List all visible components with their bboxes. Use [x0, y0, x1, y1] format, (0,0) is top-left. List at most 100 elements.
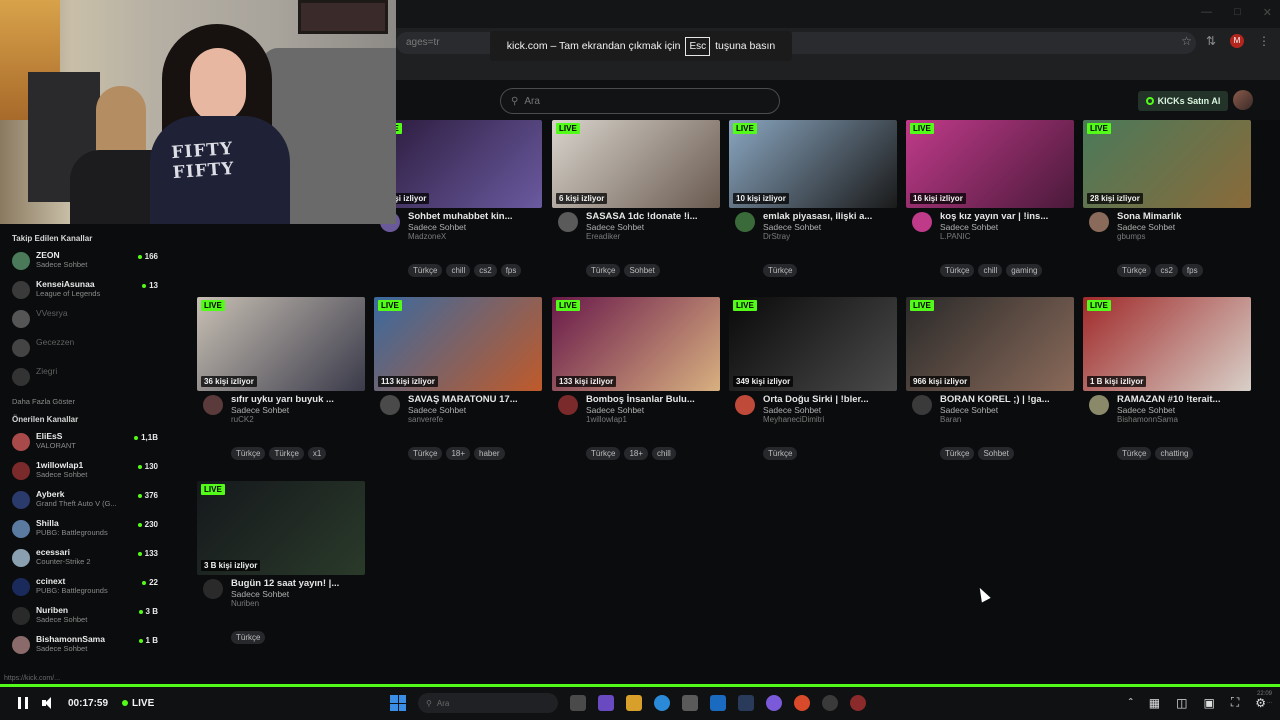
- stream-tag[interactable]: chatting: [1155, 447, 1194, 460]
- close-icon[interactable]: ✕: [1263, 6, 1272, 19]
- stream-tag[interactable]: Türkçe: [408, 447, 443, 460]
- edge-icon[interactable]: [654, 695, 670, 711]
- stream-tag[interactable]: Sohbet: [978, 447, 1014, 460]
- channel-avatar[interactable]: [558, 212, 578, 232]
- extensions-icon[interactable]: ⇅: [1206, 34, 1216, 48]
- recommended-channel-7[interactable]: BishamonnSama Sadece Sohbet 1 B: [0, 630, 170, 659]
- user-avatar[interactable]: [1233, 90, 1253, 110]
- stream-thumbnail[interactable]: LIVE 113 kişi izliyor: [374, 297, 542, 391]
- channel-name[interactable]: Baran: [940, 415, 1074, 424]
- stream-title[interactable]: SAVAŞ MARATONU 17...: [408, 391, 542, 405]
- stream-tag[interactable]: cs2: [474, 264, 497, 277]
- channel-avatar[interactable]: [735, 395, 755, 415]
- buy-kicks-button[interactable]: KICKs Satın Al: [1138, 91, 1228, 111]
- recommended-channel-3[interactable]: Shilla PUBG: Battlegrounds 230: [0, 514, 170, 543]
- profile-avatar[interactable]: M: [1230, 34, 1244, 48]
- stream-tag[interactable]: Türkçe: [269, 447, 304, 460]
- stream-title[interactable]: koş kız yayın var | !ins...: [940, 208, 1074, 222]
- channel-avatar[interactable]: [1089, 212, 1109, 232]
- mail-icon[interactable]: [710, 695, 726, 711]
- stream-tag[interactable]: Türkçe: [940, 264, 975, 277]
- stream-title[interactable]: SASASA 1dc !donate !i...: [586, 208, 720, 222]
- steam-icon[interactable]: [738, 695, 754, 711]
- channel-name[interactable]: DrStray: [763, 232, 897, 241]
- copilot-icon[interactable]: [598, 695, 614, 711]
- stream-tag[interactable]: Türkçe: [586, 447, 621, 460]
- store-icon[interactable]: [682, 695, 698, 711]
- stream-tag[interactable]: fps: [1181, 264, 1203, 277]
- channel-name[interactable]: Nuriben: [231, 599, 365, 608]
- channel-name[interactable]: sanverefe: [408, 415, 542, 424]
- task-view-icon[interactable]: [570, 695, 586, 711]
- stream-tag[interactable]: gaming: [1006, 264, 1043, 277]
- recommended-channel-4[interactable]: ecessari Counter-Strike 2 133: [0, 543, 170, 572]
- stream-category[interactable]: Sadece Sohbet: [1117, 405, 1251, 415]
- channel-avatar[interactable]: [203, 395, 223, 415]
- stream-title[interactable]: Sohbet muhabbet kin...: [408, 208, 542, 222]
- channel-name[interactable]: L.PANIC: [940, 232, 1074, 241]
- stream-tag[interactable]: Türkçe: [231, 447, 266, 460]
- stream-category[interactable]: Sadece Sohbet: [231, 405, 365, 415]
- windows-start-icon[interactable]: [390, 695, 406, 711]
- stream-tag[interactable]: Türkçe: [763, 264, 798, 277]
- followed-channel-3[interactable]: Gecezzen: [0, 333, 170, 362]
- channel-name[interactable]: MeyhaneciDimitri: [763, 415, 897, 424]
- followed-channel-4[interactable]: Ziegri: [0, 362, 170, 391]
- taskbar-search[interactable]: ⚲ Ara: [418, 693, 558, 713]
- stream-category[interactable]: Sadece Sohbet: [586, 222, 720, 232]
- channel-name[interactable]: 1willowlap1: [586, 415, 720, 424]
- stream-category[interactable]: Sadece Sohbet: [1117, 222, 1251, 232]
- channel-avatar[interactable]: [912, 395, 932, 415]
- recommended-channel-1[interactable]: 1willowlap1 Sadece Sohbet 130: [0, 456, 170, 485]
- stream-card[interactable]: LIVE 349 kişi izliyor Orta Doğu Sirki | !b…: [729, 297, 897, 460]
- stream-tag[interactable]: Türkçe: [231, 631, 266, 644]
- theater-mode-icon[interactable]: ▦: [1149, 696, 1160, 710]
- stream-card[interactable]: LIVE 133 kişi izliyor Bomboş İnsanlar Bulu…: [552, 297, 720, 460]
- stream-tag[interactable]: Türkçe: [1117, 264, 1152, 277]
- stream-tag[interactable]: cs2: [1155, 264, 1178, 277]
- stream-title[interactable]: Bomboş İnsanlar Bulu...: [586, 391, 720, 405]
- stream-title[interactable]: RAMAZAN #10 !terait...: [1117, 391, 1251, 405]
- stream-thumbnail[interactable]: LIVE 16 kişi izliyor: [906, 120, 1074, 208]
- channel-avatar[interactable]: [1089, 395, 1109, 415]
- stream-category[interactable]: Sadece Sohbet: [408, 222, 542, 232]
- stream-title[interactable]: emlak piyasası, ilişki a...: [763, 208, 897, 222]
- search-input[interactable]: [524, 95, 755, 107]
- stream-thumbnail[interactable]: LIVE 36 kişi izliyor: [197, 297, 365, 391]
- recording-app-icon[interactable]: [850, 695, 866, 711]
- stream-card[interactable]: LIVE 16 kişi izliyor koş kız yayın var | !…: [906, 120, 1074, 277]
- chrome-icon[interactable]: [794, 695, 810, 711]
- channel-avatar[interactable]: [380, 395, 400, 415]
- stream-card[interactable]: LIVE3 kişi izliyorSohbet muhabbet kin...…: [374, 120, 542, 277]
- stream-thumbnail[interactable]: LIVE3 kişi izliyor: [374, 120, 542, 208]
- stream-card[interactable]: LIVE 113 kişi izliyor SAVAŞ MARATONU 17...…: [374, 297, 542, 460]
- stream-thumbnail[interactable]: LIVE 133 kişi izliyor: [552, 297, 720, 391]
- stream-category[interactable]: Sadece Sohbet: [408, 405, 542, 415]
- stream-thumbnail[interactable]: LIVE 349 kişi izliyor: [729, 297, 897, 391]
- recommended-channel-6[interactable]: Nuriben Sadece Sohbet 3 B: [0, 601, 170, 630]
- stream-card[interactable]: LIVE 10 kişi izliyor emlak piyasası, ilişk…: [729, 120, 897, 277]
- stream-tag[interactable]: Türkçe: [586, 264, 621, 277]
- minimize-icon[interactable]: —: [1201, 6, 1212, 19]
- stream-tag[interactable]: chill: [446, 264, 471, 277]
- maximize-icon[interactable]: □: [1234, 6, 1241, 19]
- channel-avatar[interactable]: [735, 212, 755, 232]
- stream-category[interactable]: Sadece Sohbet: [763, 222, 897, 232]
- menu-kebab-icon[interactable]: ⋮: [1258, 34, 1270, 48]
- stream-category[interactable]: Sadece Sohbet: [940, 222, 1074, 232]
- stream-title[interactable]: Sona Mimarlık: [1117, 208, 1251, 222]
- stream-thumbnail[interactable]: LIVE 6 kişi izliyor: [552, 120, 720, 208]
- stream-tag[interactable]: chill: [978, 264, 1003, 277]
- recommended-channel-5[interactable]: ccinext PUBG: Battlegrounds 22: [0, 572, 170, 601]
- discord-icon[interactable]: [766, 695, 782, 711]
- channel-name[interactable]: MadzoneX: [408, 232, 542, 241]
- followed-channel-1[interactable]: KenseiAsunaa League of Legends 13: [0, 275, 170, 304]
- stream-tag[interactable]: Sohbet: [624, 264, 660, 277]
- stream-title[interactable]: Bugün 12 saat yayın! |...: [231, 575, 365, 589]
- stream-tag[interactable]: Türkçe: [1117, 447, 1152, 460]
- stream-title[interactable]: sıfır uyku yarı buyuk ...: [231, 391, 365, 405]
- channel-name[interactable]: ruCK2: [231, 415, 365, 424]
- stream-category[interactable]: Sadece Sohbet: [940, 405, 1074, 415]
- stream-category[interactable]: Sadece Sohbet: [231, 589, 365, 599]
- chevron-up-icon[interactable]: ˆ: [1129, 696, 1133, 710]
